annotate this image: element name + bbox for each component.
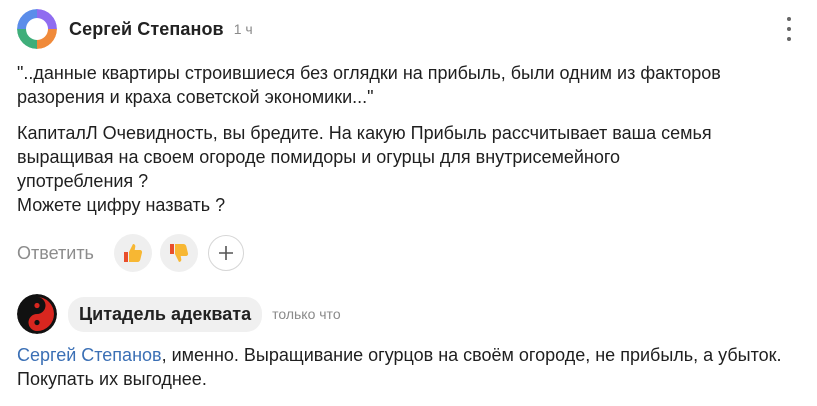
comment-line: КапиталЛ Очевидность, вы бредите. На как… [17, 123, 712, 191]
comment-header: Цитадель адеквата только что [17, 294, 341, 334]
author-name[interactable]: Сергей Степанов [69, 19, 224, 40]
dislike-button[interactable] [159, 234, 198, 272]
comment-header: Сергей Степанов 1 ч [17, 9, 253, 49]
like-button[interactable] [113, 234, 152, 272]
thumbs-up-icon [123, 244, 143, 262]
comment-body: КапиталЛ Очевидность, вы бредите. На как… [17, 121, 717, 217]
comment-actions: Ответить [17, 234, 244, 272]
thumbs-down-icon [169, 244, 189, 262]
comment-time: только что [272, 306, 341, 322]
author-name[interactable]: Цитадель адеквата [68, 296, 263, 332]
comment-body: Сергей Степанов, именно. Выращивание огу… [17, 343, 807, 391]
more-options-icon[interactable] [785, 17, 793, 41]
reply-button[interactable]: Ответить [17, 243, 94, 264]
avatar[interactable] [17, 294, 57, 334]
mention-link[interactable]: Сергей Степанов [17, 345, 162, 365]
avatar[interactable] [17, 9, 57, 49]
comment-quote: "..данные квартиры строившиеся без огляд… [17, 61, 807, 109]
plus-icon [218, 246, 233, 260]
add-reaction-button[interactable] [207, 235, 244, 271]
quote-text: "..данные квартиры строившиеся без огляд… [17, 63, 721, 107]
comment-line: Можете цифру назвать ? [17, 195, 226, 215]
comment-time: 1 ч [233, 21, 253, 37]
